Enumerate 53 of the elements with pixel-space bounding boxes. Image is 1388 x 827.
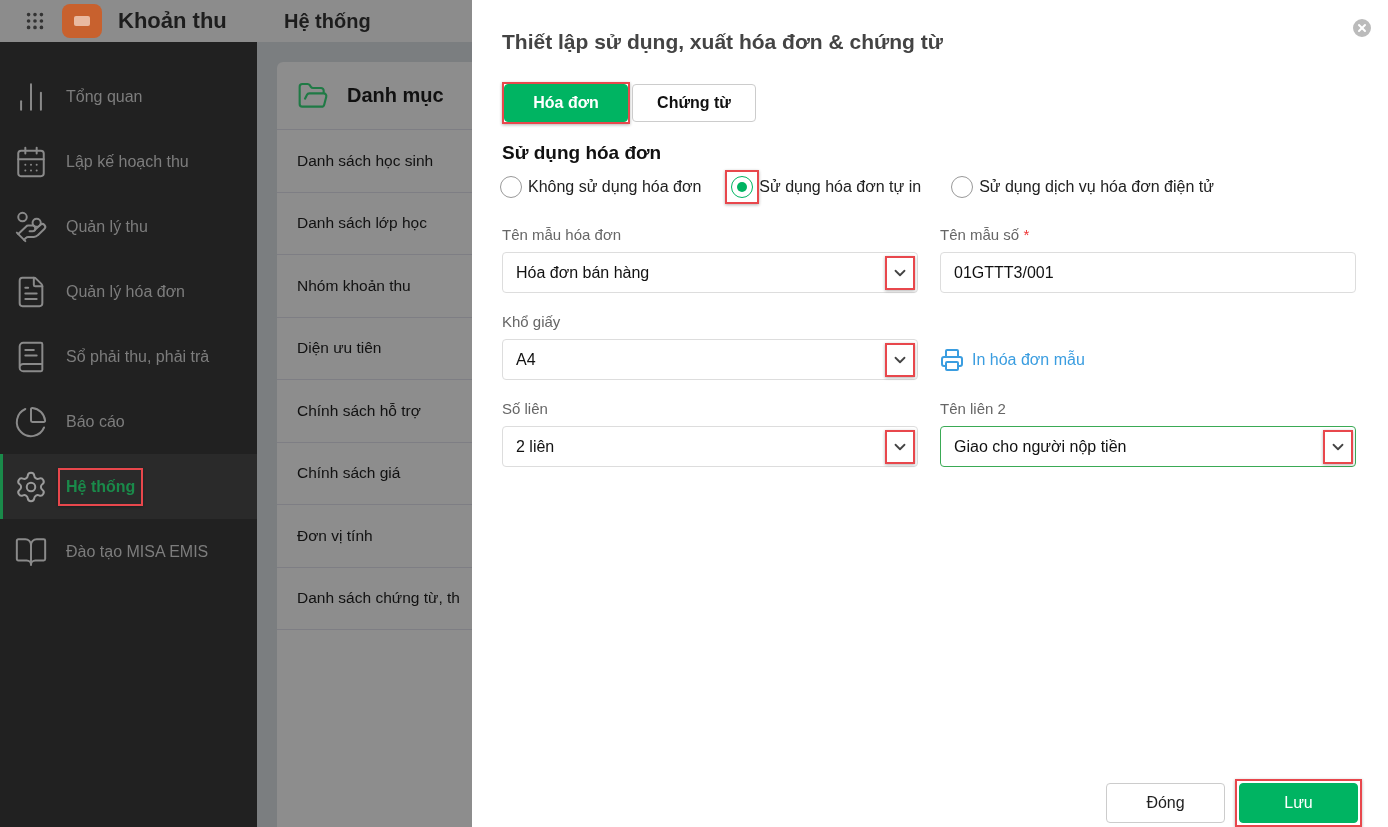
catalog-item[interactable]: Diện ưu tiên xyxy=(297,339,382,358)
catalog-item[interactable]: Danh sách học sinh xyxy=(297,151,434,170)
field-label: Số liên xyxy=(502,400,548,417)
sidebar-label: Sổ phải thu, phải trả xyxy=(65,346,211,367)
catalog-item[interactable]: Danh sách lớp học xyxy=(297,214,427,233)
tab[interactable]: Chứng từ xyxy=(632,84,756,122)
sidebar-item[interactable]: Tổng quan xyxy=(0,64,257,129)
hand-coin-icon xyxy=(14,209,48,244)
dropdown-field[interactable]: Hóa đơn bán hàng xyxy=(502,252,918,293)
sidebar-label: Đào tạo MISA EMIS xyxy=(65,541,210,562)
sidebar-label: Lập kế hoạch thu xyxy=(65,151,190,172)
page-title: Hệ thống xyxy=(284,9,371,33)
sidebar-item[interactable]: Sổ phải thu, phải trả xyxy=(0,324,257,389)
dropdown-field[interactable]: 2 liên xyxy=(502,426,918,467)
calendar-icon xyxy=(14,144,48,179)
field-label: Tên mẫu hóa đơn xyxy=(502,226,622,243)
sidebar-label: Tổng quan xyxy=(65,86,144,107)
printer-icon xyxy=(940,347,964,372)
radio-label: Không sử dụng hóa đơn xyxy=(528,178,702,196)
close-button[interactable]: Đóng xyxy=(1106,783,1225,823)
sidebar-item[interactable]: Quản lý hóa đơn xyxy=(0,259,257,324)
panel-title: Danh mục xyxy=(347,84,444,107)
field-label: Tên mẫu số xyxy=(940,226,1020,243)
sidebar-item[interactable]: Lập kế hoạch thu xyxy=(0,129,257,194)
catalog-item[interactable]: Chính sách hỗ trợ xyxy=(297,401,421,420)
dropdown-field[interactable]: A4 xyxy=(502,339,918,380)
catalog-item[interactable]: Nhóm khoản thu xyxy=(297,276,411,295)
settings-icon xyxy=(14,469,48,504)
print-sample-link[interactable]: In hóa đơn mẫu xyxy=(940,339,1085,380)
sidebar-label: Quản lý hóa đơn xyxy=(65,281,186,302)
required-mark: * xyxy=(1022,226,1030,243)
sidebar-label: Hệ thống xyxy=(65,476,137,497)
app-title: Khoản thu xyxy=(118,8,228,34)
field-label: Khổ giấy xyxy=(502,313,561,330)
catalog-item[interactable]: Đơn vị tính xyxy=(297,526,373,545)
sidebar-item[interactable]: Đào tạo MISA EMIS xyxy=(0,519,257,584)
sidebar-label: Báo cáo xyxy=(65,411,126,432)
sidebar-label: Quản lý thu xyxy=(65,216,149,237)
radio-label: Sử dụng hóa đơn tự in xyxy=(759,178,922,196)
menu-icon[interactable] xyxy=(24,10,46,32)
catalog-item[interactable]: Danh sách chứng từ, th xyxy=(297,589,460,608)
app-logo-icon xyxy=(62,4,102,38)
radio-label: Sử dụng dịch vụ hóa đơn điện tử xyxy=(979,178,1214,196)
field-label: Tên liên 2 xyxy=(940,400,1006,417)
dialog-title: Thiết lập sử dụng, xuất hóa đơn & chứng từ xyxy=(502,30,944,54)
pie-chart-icon xyxy=(14,404,48,439)
sidebar-item[interactable]: Hệ thống xyxy=(0,454,257,519)
sidebar-item[interactable]: Quản lý thu xyxy=(0,194,257,259)
dropdown-field[interactable]: Giao cho người nộp tiền xyxy=(940,426,1356,467)
input-field[interactable]: 01GTTT3/001 xyxy=(940,252,1356,293)
sidebar-item[interactable]: Báo cáo xyxy=(0,389,257,454)
catalog-item[interactable]: Chính sách giá xyxy=(297,464,401,483)
section-title: Sử dụng hóa đơn xyxy=(502,142,663,164)
